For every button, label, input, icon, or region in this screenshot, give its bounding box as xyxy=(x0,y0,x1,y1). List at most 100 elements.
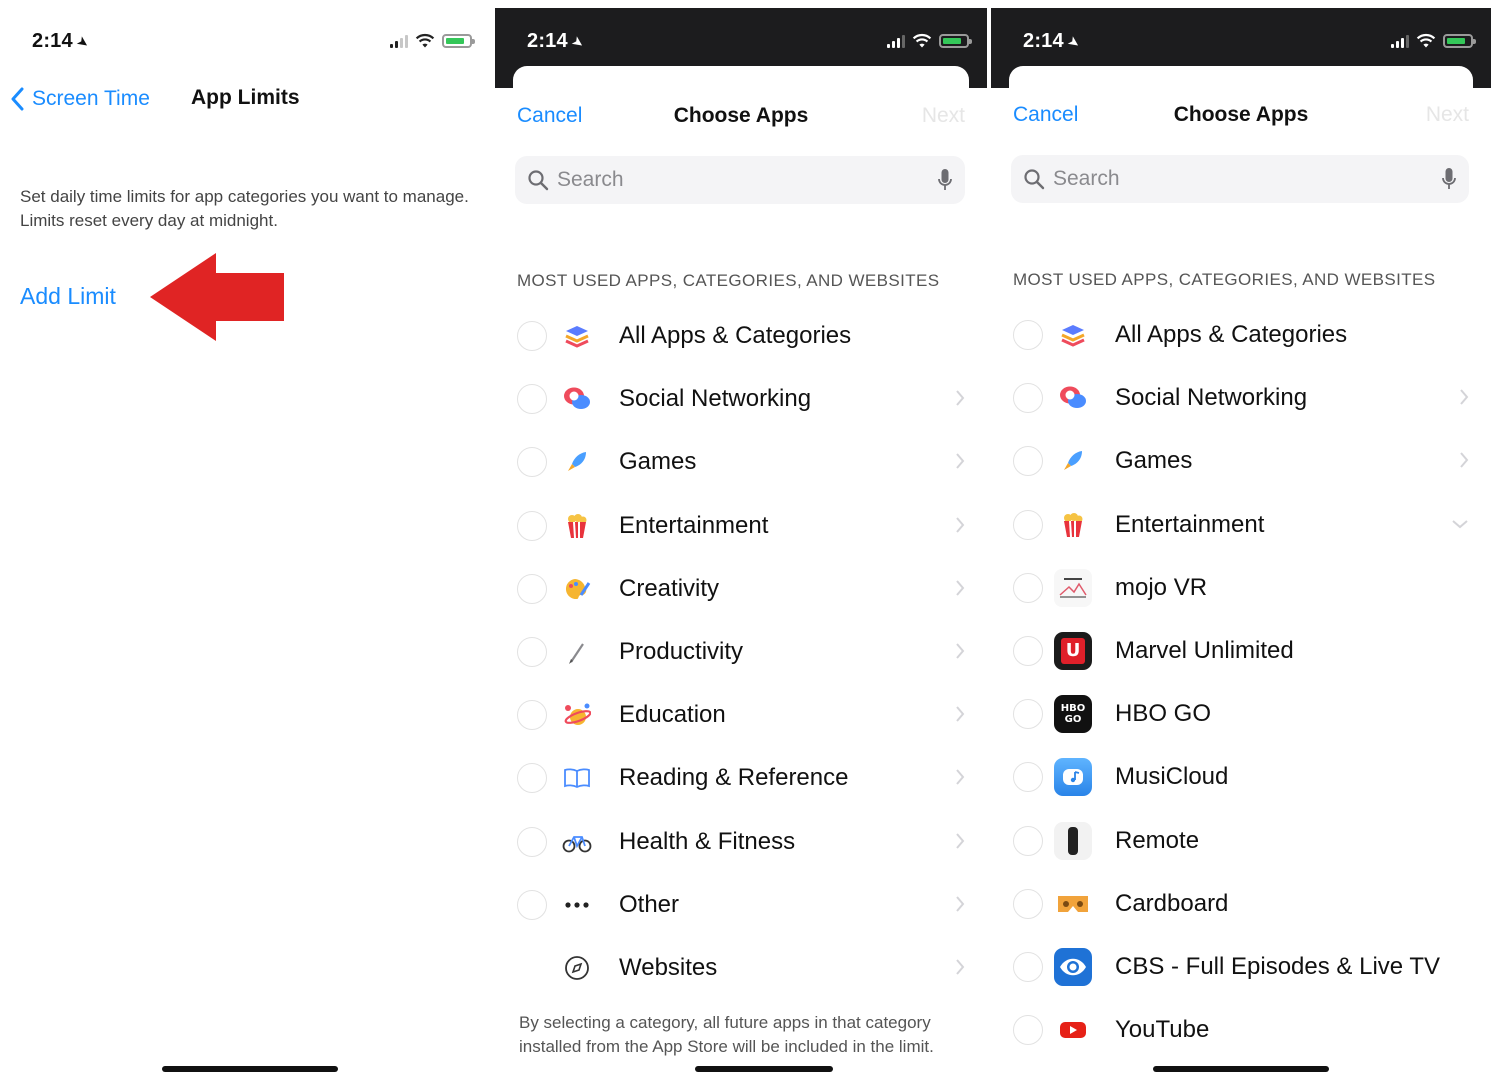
selection-radio[interactable] xyxy=(517,636,547,667)
pencil-icon xyxy=(557,632,597,672)
choose-apps-screen-expanded: 2:14➤ Choose Apps Cancel Next Search MOS… xyxy=(991,0,1491,1082)
home-indicator xyxy=(162,1066,338,1072)
list-item[interactable]: Creativity xyxy=(495,557,987,620)
selection-radio[interactable] xyxy=(1013,1015,1043,1046)
row-label: HBO GO xyxy=(1115,700,1212,728)
chevron-left-icon xyxy=(11,87,24,111)
list-item[interactable]: MusiCloud xyxy=(991,745,1491,808)
selection-radio[interactable] xyxy=(517,447,547,478)
chevron-right-icon xyxy=(956,706,965,722)
microphone-icon[interactable] xyxy=(1441,167,1457,191)
selection-radio[interactable] xyxy=(1013,572,1043,603)
rocket-icon xyxy=(557,442,597,482)
selection-radio[interactable] xyxy=(1013,383,1043,414)
chevron-right-icon xyxy=(956,959,965,975)
list-item[interactable]: Entertainment xyxy=(991,493,1491,556)
cancel-button[interactable]: Cancel xyxy=(517,104,582,128)
selection-radio[interactable] xyxy=(517,763,547,794)
list-item[interactable]: Social Networking xyxy=(991,366,1491,429)
app-list: All Apps & Categories Social Networking … xyxy=(991,303,1491,1061)
section-header: MOST USED APPS, CATEGORIES, AND WEBSITES xyxy=(517,271,940,290)
list-item[interactable]: HBO GO HBO GO xyxy=(991,682,1491,745)
microphone-icon[interactable] xyxy=(937,168,953,192)
selection-radio[interactable] xyxy=(517,889,547,920)
list-item[interactable]: YouTube xyxy=(991,998,1491,1061)
chevron-right-icon xyxy=(956,390,965,406)
row-label: Reading & Reference xyxy=(619,764,849,792)
app-limits-screen: 2:14➤ Screen Time App Limits Set daily t… xyxy=(0,0,490,1082)
red-arrow-annotation-icon xyxy=(150,253,284,341)
selection-radio[interactable] xyxy=(517,321,547,351)
row-label: Remote xyxy=(1115,826,1200,854)
search-field[interactable]: Search xyxy=(515,156,965,204)
status-time: 2:14➤ xyxy=(1023,30,1084,53)
wifi-icon xyxy=(912,33,932,48)
cancel-button[interactable]: Cancel xyxy=(1013,103,1078,127)
search-placeholder: Search xyxy=(557,168,624,191)
home-indicator xyxy=(695,1066,833,1072)
chevron-right-icon xyxy=(956,896,965,912)
list-item[interactable]: Education xyxy=(495,683,987,746)
status-time-text: 2:14 xyxy=(1023,30,1064,52)
search-field[interactable]: Search xyxy=(1011,155,1469,203)
cardboard-app-icon xyxy=(1053,884,1093,924)
wifi-icon xyxy=(1416,33,1436,48)
list-item[interactable]: Cardboard xyxy=(991,872,1491,935)
list-item[interactable]: Remote xyxy=(991,809,1491,872)
list-item[interactable]: Reading & Reference xyxy=(495,746,987,809)
hbo-icon-text: HBO GO xyxy=(1054,695,1092,734)
chevron-right-icon xyxy=(956,643,965,659)
chevron-right-icon xyxy=(956,832,965,849)
chevron-right-icon xyxy=(956,769,965,785)
next-button[interactable]: Next xyxy=(1426,103,1469,127)
list-item[interactable]: Productivity xyxy=(495,620,987,683)
selection-radio[interactable] xyxy=(517,384,547,415)
list-item[interactable]: U Marvel Unlimited xyxy=(991,619,1491,682)
list-item[interactable]: Entertainment xyxy=(495,494,987,557)
cbs-app-icon xyxy=(1053,947,1093,987)
rocket-icon xyxy=(1053,441,1093,481)
row-label: Education xyxy=(619,701,726,729)
selection-radio[interactable] xyxy=(1013,446,1043,477)
youtube-app-icon xyxy=(1053,1010,1093,1050)
row-label: MusiCloud xyxy=(1115,763,1229,791)
category-list: All Apps & Categories Social Networking … xyxy=(495,304,987,999)
next-button[interactable]: Next xyxy=(922,104,965,128)
list-item[interactable]: Health & Fitness xyxy=(495,810,987,873)
add-limit-button[interactable]: Add Limit xyxy=(20,283,116,310)
musicloud-app-icon xyxy=(1053,757,1093,797)
selection-radio[interactable] xyxy=(1013,320,1043,350)
list-item[interactable]: Other xyxy=(495,873,987,936)
row-label: Other xyxy=(619,890,680,918)
selection-radio[interactable] xyxy=(517,826,547,857)
row-label: All Apps & Categories xyxy=(1115,321,1348,348)
sheet-nav-bar: Choose Apps Cancel Next xyxy=(991,103,1491,133)
selection-radio[interactable] xyxy=(517,510,547,541)
list-item[interactable]: All Apps & Categories xyxy=(991,303,1491,366)
list-item[interactable]: CBS - Full Episodes & Live TV xyxy=(991,935,1491,998)
selection-radio[interactable] xyxy=(1013,762,1043,793)
back-button[interactable]: Screen Time xyxy=(10,87,150,111)
chevron-right-icon xyxy=(956,580,965,596)
list-item[interactable]: All Apps & Categories xyxy=(495,304,987,367)
row-label: CBS - Full Episodes & Live TV xyxy=(1115,952,1441,980)
list-item[interactable]: Games xyxy=(495,430,987,493)
selection-radio[interactable] xyxy=(517,700,547,731)
row-label: YouTube xyxy=(1115,1016,1210,1044)
status-bar: 2:14➤ xyxy=(0,0,490,72)
page-title: App Limits xyxy=(191,86,300,109)
selection-radio[interactable] xyxy=(1013,635,1043,666)
list-item[interactable]: Websites xyxy=(495,936,987,999)
selection-radio[interactable] xyxy=(1013,825,1043,856)
selection-radio[interactable] xyxy=(1013,699,1043,730)
list-item[interactable]: mojo VR xyxy=(991,556,1491,619)
list-item[interactable]: Social Networking xyxy=(495,367,987,430)
selection-radio[interactable] xyxy=(517,573,547,604)
location-arrow-icon: ➤ xyxy=(568,32,588,53)
selection-radio[interactable] xyxy=(1013,509,1043,540)
list-item[interactable]: Games xyxy=(991,429,1491,492)
selection-radio[interactable] xyxy=(1013,951,1043,982)
stack-icon xyxy=(557,316,597,356)
selection-radio[interactable] xyxy=(1013,888,1043,919)
ellipsis-icon xyxy=(557,885,597,925)
